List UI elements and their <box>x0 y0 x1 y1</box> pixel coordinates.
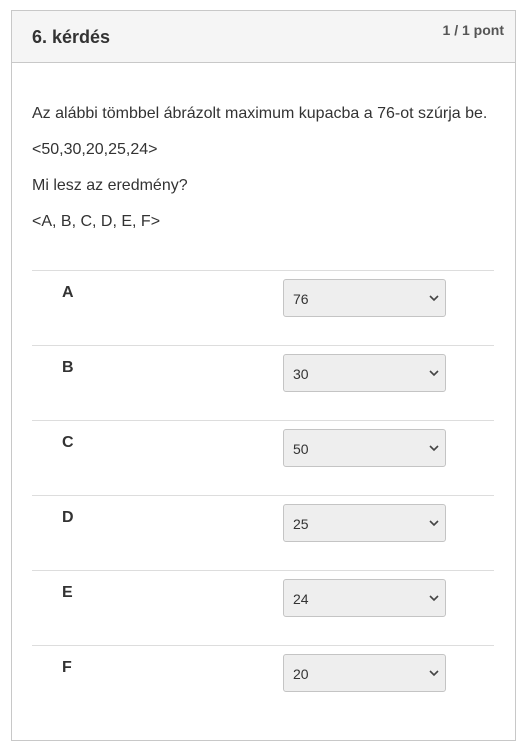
answer-select-e[interactable]: 24 <box>283 579 446 617</box>
chevron-down-icon <box>429 595 439 602</box>
answer-row-e: E 24 <box>32 570 494 645</box>
select-value: 50 <box>293 441 309 457</box>
answer-row-c: C 50 <box>32 420 494 495</box>
answer-select-a[interactable]: 76 <box>283 279 446 317</box>
question-points: 1 / 1 pont <box>442 22 504 38</box>
answer-row-a: A 76 <box>32 270 494 345</box>
select-value: 24 <box>293 591 309 607</box>
question-format-line: <A, B, C, D, E, F> <box>32 213 161 230</box>
chevron-down-icon <box>429 670 439 677</box>
answer-label: C <box>62 434 74 451</box>
answer-label: B <box>62 359 74 376</box>
answer-row-b: B 30 <box>32 345 494 420</box>
select-value: 20 <box>293 666 309 682</box>
answer-select-d[interactable]: 25 <box>283 504 446 542</box>
answer-label: D <box>62 509 74 526</box>
answer-row-d: D 25 <box>32 495 494 570</box>
answer-list: A 76 B 30 C 50 D 25 E 24 F 20 <box>32 270 494 720</box>
question-header: 6. kérdés 1 / 1 pont <box>12 11 515 63</box>
answer-label: E <box>62 584 73 601</box>
question-text-line: Az alábbi tömbbel ábrázolt maximum kupac… <box>32 105 488 122</box>
question-array-line: <50,30,20,25,24> <box>32 141 158 158</box>
select-value: 76 <box>293 291 309 307</box>
chevron-down-icon <box>429 370 439 377</box>
question-title: 6. kérdés <box>32 27 111 47</box>
chevron-down-icon <box>429 445 439 452</box>
chevron-down-icon <box>429 520 439 527</box>
question-prompt-line: Mi lesz az eredmény? <box>32 177 188 194</box>
select-value: 25 <box>293 516 309 532</box>
select-value: 30 <box>293 366 309 382</box>
answer-select-f[interactable]: 20 <box>283 654 446 692</box>
question-card: 6. kérdés 1 / 1 pont Az alábbi tömbbel á… <box>11 10 516 741</box>
answer-label: A <box>62 284 74 301</box>
answer-row-f: F 20 <box>32 645 494 720</box>
chevron-down-icon <box>429 295 439 302</box>
answer-label: F <box>62 659 72 676</box>
answer-select-b[interactable]: 30 <box>283 354 446 392</box>
answer-select-c[interactable]: 50 <box>283 429 446 467</box>
